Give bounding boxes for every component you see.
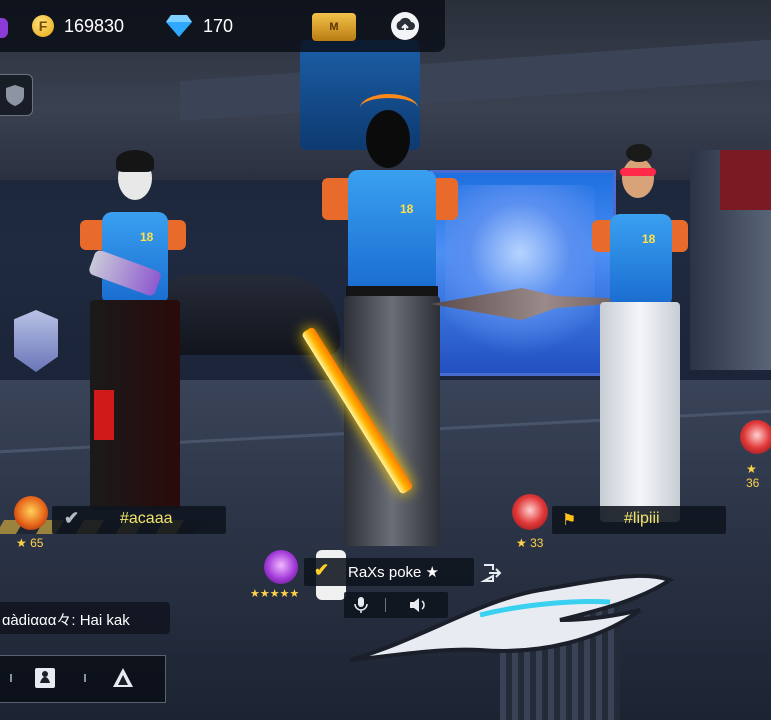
gold-amount: 169830 — [64, 16, 125, 36]
player-stars-center: ★★★★★ — [250, 588, 300, 600]
squad-member-center-player[interactable]: 18 — [300, 90, 490, 610]
character-torso — [348, 170, 436, 290]
player-name-right: #lipiii — [624, 510, 660, 527]
level-value: 65 — [30, 536, 44, 550]
membership-label: M — [329, 21, 339, 33]
bottom-divider — [84, 674, 86, 682]
rank-emblem-icon[interactable] — [14, 310, 58, 372]
chat-message-text: ɑàdiααα々: Hai kak — [2, 612, 130, 629]
jersey-number: 18 — [140, 230, 154, 244]
diamond-amount: 170 — [203, 16, 234, 36]
membership-button[interactable]: M — [312, 13, 356, 41]
microphone-icon[interactable] — [352, 596, 370, 614]
character-hair — [116, 150, 154, 172]
red-wall-panel — [720, 150, 771, 210]
character-torso — [610, 214, 672, 304]
pants-red-accent — [94, 390, 114, 440]
character-head — [622, 158, 654, 198]
emblem-icon[interactable] — [110, 665, 136, 691]
bottom-divider — [10, 674, 12, 682]
rank-badge-center-icon — [264, 550, 298, 584]
shield-icon — [6, 85, 24, 106]
ready-check-icon: ✔ — [314, 560, 330, 580]
jersey-number: 18 — [642, 232, 656, 246]
cloud-upload-icon[interactable] — [391, 12, 419, 40]
shield-button[interactable] — [0, 74, 33, 116]
jersey-number: 18 — [400, 202, 414, 216]
rank-badge-offscreen-icon — [740, 420, 771, 454]
level-value: 33 — [530, 536, 544, 550]
speaker-icon[interactable] — [408, 596, 428, 614]
player-name-center: RaXs poke ★ — [348, 564, 439, 581]
ready-check-icon: ✔ — [64, 508, 80, 528]
profile-card-icon[interactable] — [32, 665, 58, 691]
player-level-left: ★ 65 — [16, 536, 44, 550]
rank-badge-right-icon — [512, 494, 548, 530]
level-value: 36 — [746, 476, 760, 490]
squad-member-left[interactable]: 18 — [60, 150, 200, 550]
bottom-action-bar — [0, 655, 166, 703]
leave-squad-icon[interactable] — [480, 562, 502, 584]
character-pants — [600, 302, 680, 522]
rank-badge-left-icon — [14, 496, 48, 530]
character-visor — [620, 168, 656, 176]
diamond-icon — [166, 15, 192, 37]
gold-coin-icon: F — [32, 15, 54, 37]
cloud-upload-icon-glyph — [396, 17, 415, 32]
character-hair — [626, 144, 652, 162]
player-level-offscreen: ★ 36 — [746, 462, 760, 490]
squad-member-right[interactable]: 18 — [570, 140, 700, 560]
flag-icon: ⚑ — [562, 512, 577, 529]
voice-divider — [385, 598, 386, 612]
mask-horns — [360, 94, 418, 122]
player-level-right: ★ 33 — [516, 536, 544, 550]
player-name-left: #acaaa — [120, 510, 173, 527]
profile-corner-tab[interactable] — [0, 18, 8, 38]
